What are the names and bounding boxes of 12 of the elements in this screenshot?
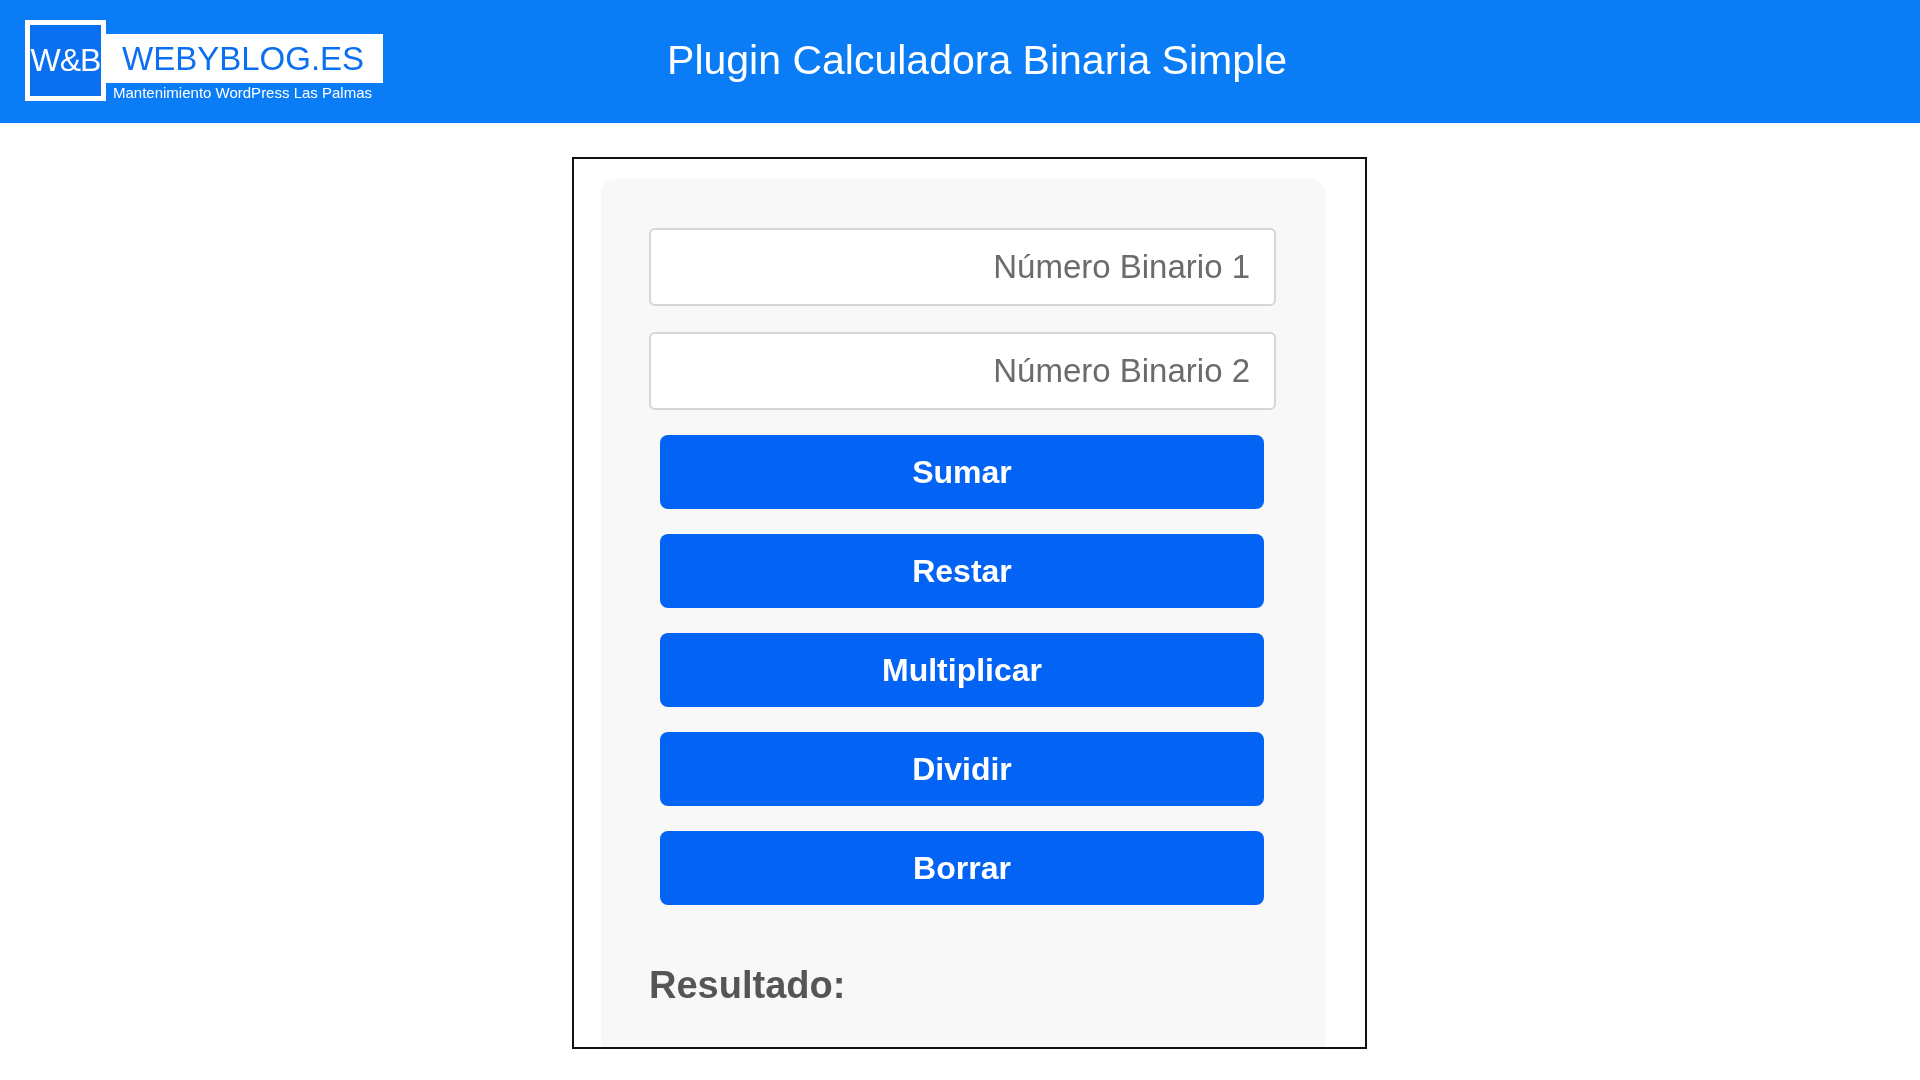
- logo-wordmark: WEBYBLOG.ES: [106, 34, 383, 83]
- calculator-button[interactable]: Borrar: [660, 831, 1264, 905]
- input-field[interactable]: Número Binario 1: [649, 228, 1276, 306]
- calculator-button[interactable]: Restar: [660, 534, 1264, 608]
- calculator-button[interactable]: Dividir: [660, 732, 1264, 806]
- calculator-button[interactable]: Multiplicar: [660, 633, 1264, 707]
- logo-tagline: Mantenimiento WordPress Las Palmas: [113, 84, 373, 101]
- logo-mark: W&B: [25, 20, 106, 101]
- input-field[interactable]: Número Binario 2: [649, 332, 1276, 410]
- result-label: Resultado:: [649, 963, 846, 1007]
- page-title: Plugin Calculadora Binaria Simple: [667, 36, 1287, 84]
- calculator-button[interactable]: Sumar: [660, 435, 1264, 509]
